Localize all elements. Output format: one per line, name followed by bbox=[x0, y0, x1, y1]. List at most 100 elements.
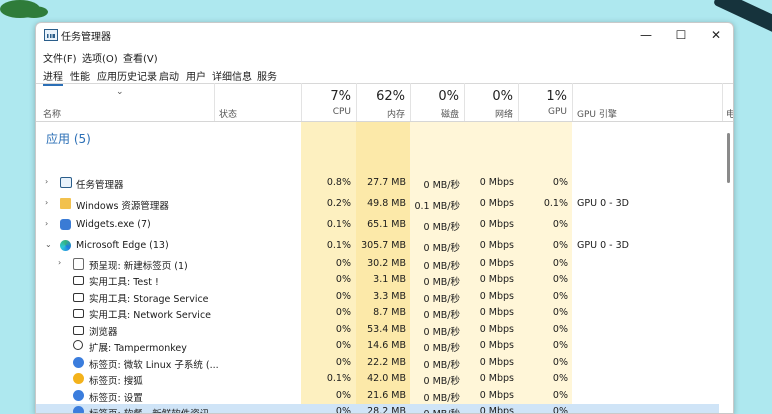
tab-performance[interactable]: 性能 bbox=[70, 68, 90, 83]
process-row[interactable]: 实用工具: Storage Service 0% 3.3 MB 0 MB/秒 0 Mbp… bbox=[36, 289, 719, 305]
column-disk[interactable]: 0% 磁盘 bbox=[410, 83, 465, 121]
disk-value: 0 MB/秒 bbox=[423, 180, 460, 191]
task-manager-window: 任务管理器 — ☐ ✕ 文件(F) 选项(O) 查看(V) 进程 性能 应用历史… bbox=[35, 22, 734, 414]
network-value: 0 Mbps bbox=[479, 357, 514, 368]
menu-view[interactable]: 查看(V) bbox=[123, 50, 158, 65]
network-value: 0 Mbps bbox=[479, 177, 514, 188]
memory-value: 42.0 MB bbox=[367, 373, 406, 384]
gpu-value: 0% bbox=[552, 406, 568, 414]
network-value: 0 Mbps bbox=[479, 274, 514, 285]
column-header: ⌄ 名称 状态 7% CPU 62% 内存 0% 磁盘 0% 网络 1% GPU… bbox=[36, 83, 733, 122]
cpu-value: 0% bbox=[335, 324, 351, 335]
column-gpu-engine[interactable]: GPU 引擎 bbox=[572, 83, 723, 121]
process-row[interactable]: › Widgets.exe (7) 0.1% 65.1 MB 0 MB/秒 0 Mbps 0… bbox=[36, 217, 719, 233]
tab-services[interactable]: 服务 bbox=[257, 68, 277, 83]
process-row[interactable]: › 预呈现: 新建标签页 (1) 0% 30.2 MB 0 MB/秒 0 Mbps 0% bbox=[36, 256, 719, 272]
process-row[interactable]: 实用工具: Test ! 0% 3.1 MB 0 MB/秒 0 Mbps 0% bbox=[36, 272, 719, 288]
cpu-value: 0.2% bbox=[326, 198, 351, 209]
column-memory[interactable]: 62% 内存 bbox=[356, 83, 411, 121]
process-name: 实用工具: Storage Service bbox=[89, 294, 209, 305]
expand-chevron-icon[interactable]: › bbox=[45, 177, 48, 186]
disk-value: 0 MB/秒 bbox=[423, 261, 460, 272]
process-name: 标签页: 搜狐 bbox=[89, 376, 143, 387]
task-manager-icon bbox=[60, 177, 72, 188]
process-row[interactable]: 浏览器 0% 53.4 MB 0 MB/秒 0 Mbps 0% bbox=[36, 322, 719, 338]
tab-startup[interactable]: 启动 bbox=[159, 68, 179, 83]
process-row[interactable]: 标签页: 微软 Linux 子系统 (... 0% 22.2 MB 0 MB/秒 0 M… bbox=[36, 355, 719, 371]
process-name: 任务管理器 bbox=[76, 180, 124, 191]
column-status[interactable]: 状态 bbox=[214, 83, 302, 121]
gpu-value: 0.1% bbox=[543, 198, 568, 209]
gpu-value: 0% bbox=[552, 177, 568, 188]
process-row[interactable]: 标签页: 搜狐 0.1% 42.0 MB 0 MB/秒 0 Mbps 0% bbox=[36, 371, 719, 387]
column-gpu[interactable]: 1% GPU bbox=[518, 83, 573, 121]
column-name[interactable]: 名称 bbox=[43, 107, 61, 120]
title-bar[interactable]: 任务管理器 — ☐ ✕ bbox=[36, 23, 733, 47]
gpu-value: 0% bbox=[552, 274, 568, 285]
gpu-value: 0% bbox=[552, 357, 568, 368]
cpu-value: 0% bbox=[335, 340, 351, 351]
memory-value: 3.1 MB bbox=[373, 274, 406, 285]
menu-bar: 文件(F) 选项(O) 查看(V) bbox=[36, 47, 733, 65]
expand-chevron-icon[interactable]: › bbox=[45, 198, 48, 207]
task-manager-icon bbox=[44, 29, 58, 41]
widgets-icon bbox=[60, 219, 71, 230]
tab-details[interactable]: 详细信息 bbox=[212, 68, 252, 83]
gpu-engine-value: GPU 0 - 3D bbox=[577, 198, 629, 209]
process-name: 实用工具: Network Service bbox=[89, 310, 212, 321]
menu-options[interactable]: 选项(O) bbox=[82, 50, 118, 65]
column-truncated[interactable]: 电 bbox=[722, 83, 733, 121]
process-list: 应用 (5) › 任务管理器 0.8% 27.7 MB 0 MB/秒 0 Mbps 0% › W… bbox=[36, 122, 719, 413]
expand-chevron-icon[interactable]: › bbox=[45, 219, 48, 228]
disk-value: 0 MB/秒 bbox=[423, 277, 460, 288]
cpu-value: 0.1% bbox=[326, 373, 351, 384]
column-cpu[interactable]: 7% CPU bbox=[301, 83, 357, 121]
gpu-value: 0% bbox=[552, 219, 568, 230]
expand-chevron-icon[interactable]: ⌄ bbox=[45, 240, 52, 249]
memory-value: 3.3 MB bbox=[373, 291, 406, 302]
menu-file[interactable]: 文件(F) bbox=[43, 50, 77, 65]
close-button[interactable]: ✕ bbox=[699, 23, 733, 47]
memory-value: 27.7 MB bbox=[367, 177, 406, 188]
process-row[interactable]: 扩展: Tampermonkey 0% 14.6 MB 0 MB/秒 0 Mbps 0% bbox=[36, 338, 719, 354]
network-value: 0 Mbps bbox=[479, 240, 514, 251]
process-row[interactable]: 标签页: 设置 0% 21.6 MB 0 MB/秒 0 Mbps 0% bbox=[36, 388, 719, 404]
cpu-value: 0% bbox=[335, 357, 351, 368]
cpu-value: 0% bbox=[335, 258, 351, 269]
memory-value: 21.6 MB bbox=[367, 390, 406, 401]
process-name: 实用工具: Test ! bbox=[89, 277, 159, 288]
process-name: 标签页: 微软 Linux 子系统 (... bbox=[89, 360, 219, 371]
sogou-icon bbox=[73, 373, 84, 384]
chevron-down-icon[interactable]: ⌄ bbox=[116, 87, 124, 97]
process-row[interactable]: › 任务管理器 0.8% 27.7 MB 0 MB/秒 0 Mbps 0% bbox=[36, 175, 719, 191]
maximize-button[interactable]: ☐ bbox=[664, 23, 698, 47]
process-row[interactable]: 实用工具: Network Service 0% 8.7 MB 0 MB/秒 0 Mbp… bbox=[36, 305, 719, 321]
network-value: 0 Mbps bbox=[479, 198, 514, 209]
column-network[interactable]: 0% 网络 bbox=[464, 83, 519, 121]
tab-users[interactable]: 用户 bbox=[186, 68, 206, 83]
disk-value: 0 MB/秒 bbox=[423, 243, 460, 254]
memory-value: 8.7 MB bbox=[373, 307, 406, 318]
memory-value: 30.2 MB bbox=[367, 258, 406, 269]
gpu-value: 0% bbox=[552, 373, 568, 384]
gpu-value: 0% bbox=[552, 240, 568, 251]
background-leaf bbox=[20, 6, 48, 18]
process-row[interactable]: › Windows 资源管理器 0.2% 49.8 MB 0.1 MB/秒 0 Mbps 0… bbox=[36, 196, 719, 212]
network-value: 0 Mbps bbox=[479, 373, 514, 384]
briefcase-icon bbox=[73, 293, 84, 302]
minimize-button[interactable]: — bbox=[629, 23, 663, 47]
expand-chevron-icon[interactable]: › bbox=[58, 258, 61, 267]
memory-value: 22.2 MB bbox=[367, 357, 406, 368]
disk-value: 0 MB/秒 bbox=[423, 294, 460, 305]
scrollbar[interactable] bbox=[727, 133, 730, 183]
process-row[interactable]: 标签页: 软餐 - 新鲜软件资讯 0% 28.2 MB 0 MB/秒 0 Mbps 0% bbox=[36, 404, 719, 414]
settings-icon bbox=[73, 390, 84, 401]
tab-app-history[interactable]: 应用历史记录 bbox=[97, 68, 157, 83]
process-name: Microsoft Edge (13) bbox=[76, 240, 169, 251]
disk-value: 0 MB/秒 bbox=[423, 222, 460, 233]
browser-icon bbox=[73, 326, 84, 335]
process-row[interactable]: ⌄ Microsoft Edge (13) 0.1% 305.7 MB 0 MB/秒 0 … bbox=[36, 238, 719, 254]
network-value: 0 Mbps bbox=[479, 324, 514, 335]
memory-value: 305.7 MB bbox=[361, 240, 406, 251]
process-name: Windows 资源管理器 bbox=[76, 201, 169, 212]
